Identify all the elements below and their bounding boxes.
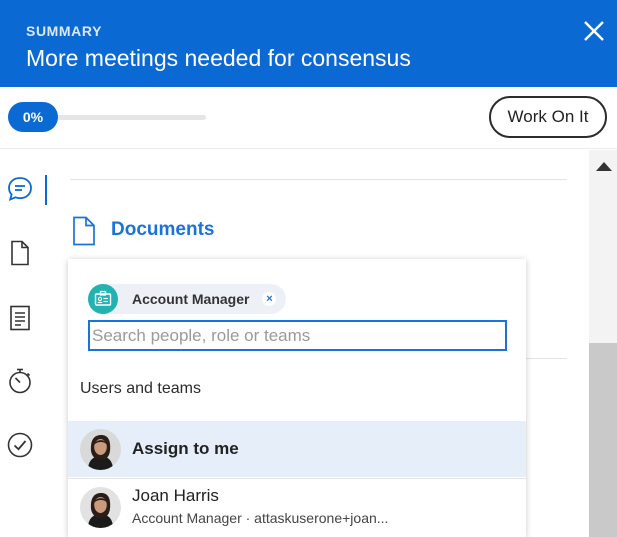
badge-icon <box>88 284 118 314</box>
page-title: More meetings needed for consensus <box>26 45 411 71</box>
progress-row: 0% Work On It <box>0 87 617 149</box>
search-input[interactable] <box>88 320 507 351</box>
section-divider <box>70 179 567 180</box>
rail-item-approvals[interactable] <box>4 429 36 461</box>
list-item-joan-harris[interactable]: Joan Harris Account Manager · attaskuser… <box>68 478 526 534</box>
progress-percent-badge: 0% <box>8 102 58 132</box>
rail-item-details[interactable] <box>4 302 36 334</box>
close-button[interactable] <box>581 18 607 44</box>
timer-icon <box>9 368 31 394</box>
summary-header: SUMMARY More meetings needed for consens… <box>0 0 617 87</box>
comment-icon <box>8 177 32 202</box>
chip-label: Account Manager <box>132 291 250 307</box>
remove-icon[interactable]: × <box>262 292 277 306</box>
document-icon <box>11 240 29 266</box>
selected-role-chip[interactable]: Account Manager × <box>88 284 287 314</box>
rail-item-time[interactable] <box>4 365 36 397</box>
avatar <box>80 429 121 470</box>
document-icon <box>73 216 95 246</box>
avatar <box>80 487 121 528</box>
section-divider <box>526 358 567 359</box>
rail-active-indicator <box>45 175 47 205</box>
user-role-email: Account Manager · attaskuserone+joan... <box>132 510 389 526</box>
side-rail <box>0 150 50 537</box>
rail-item-documents[interactable] <box>4 237 36 269</box>
documents-heading[interactable]: Documents <box>111 219 214 241</box>
rail-item-comments[interactable] <box>4 173 36 205</box>
scrollbar-thumb[interactable] <box>589 343 617 537</box>
users-and-teams-label: Users and teams <box>80 380 201 397</box>
user-name: Joan Harris <box>132 486 219 505</box>
header-kicker: SUMMARY <box>26 23 103 39</box>
work-on-it-button[interactable]: Work On It <box>489 96 607 138</box>
list-document-icon <box>10 305 30 331</box>
scrollbar[interactable] <box>589 150 617 537</box>
assign-to-me-label: Assign to me <box>132 439 239 458</box>
close-icon <box>584 21 604 41</box>
progress-track <box>56 115 206 120</box>
list-item-assign-to-me[interactable]: Assign to me <box>68 421 526 477</box>
assign-dropdown-panel: Account Manager × Users and teams Assign… <box>68 259 526 537</box>
scroll-up-arrow-icon[interactable] <box>596 162 612 171</box>
check-circle-icon <box>7 432 33 458</box>
